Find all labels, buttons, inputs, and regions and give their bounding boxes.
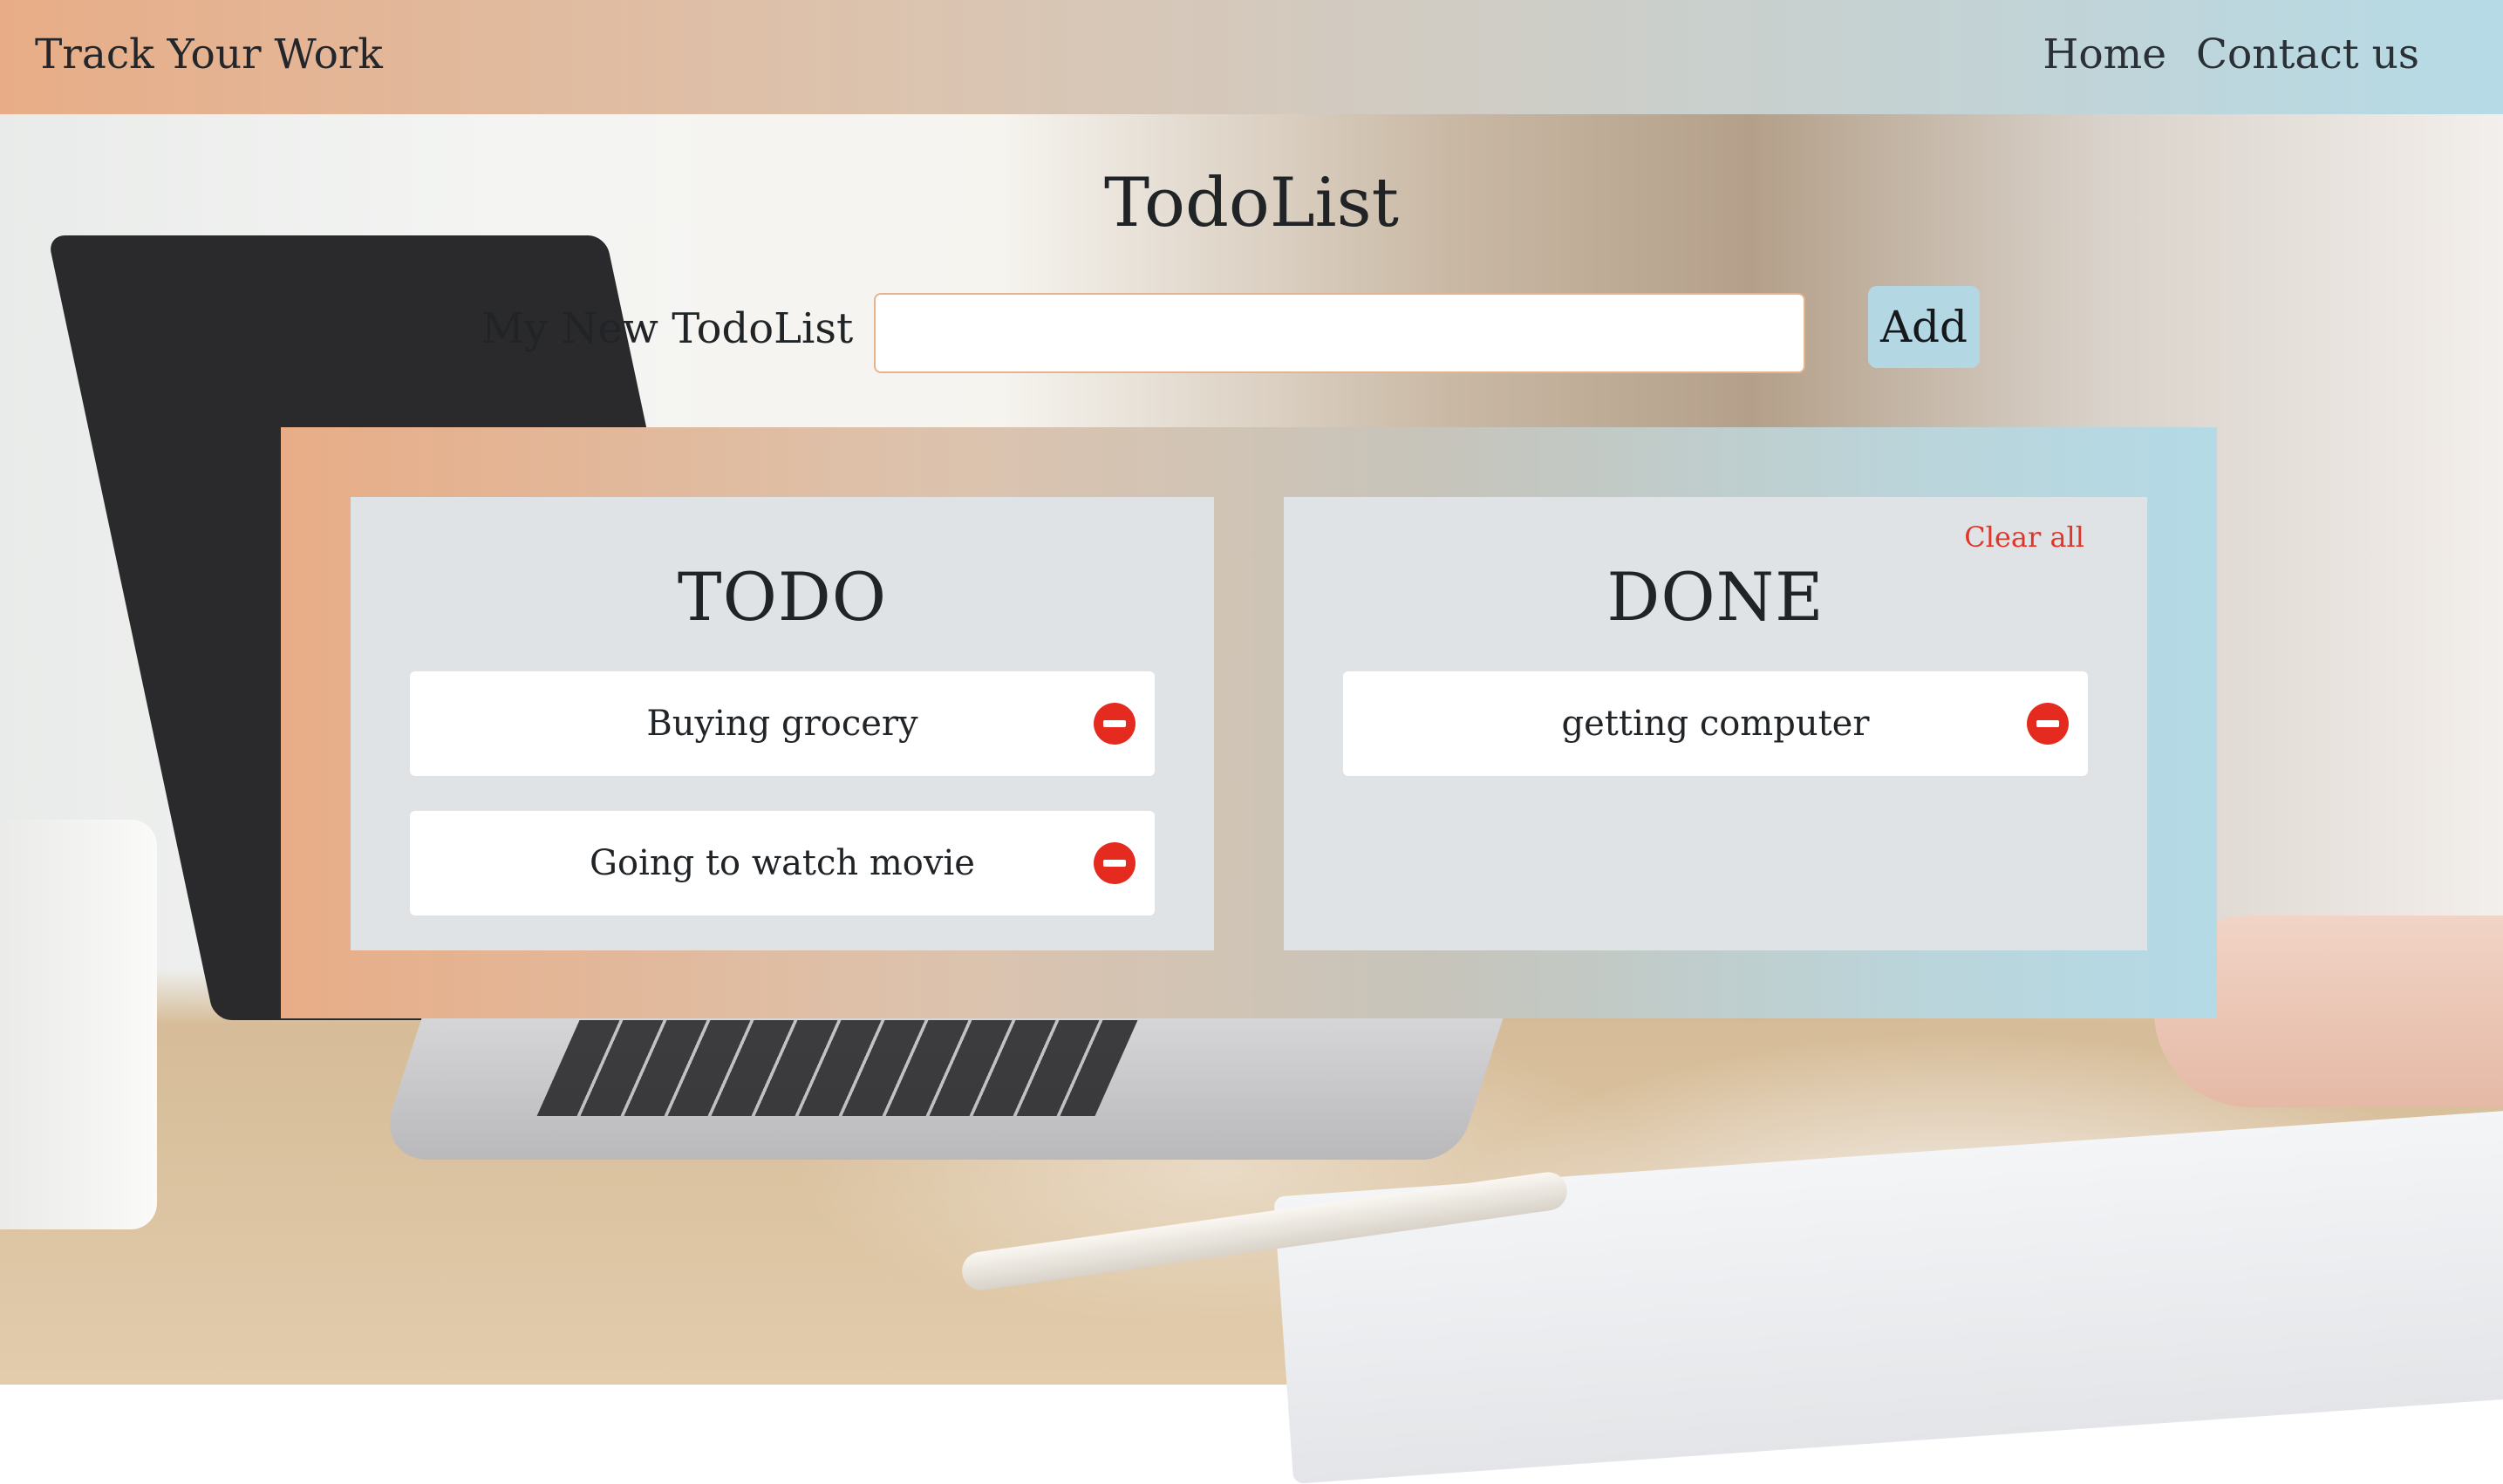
todo-panel: TODO Buying grocery Going to watch movie <box>351 497 1214 950</box>
todo-item[interactable]: Buying grocery <box>410 671 1155 776</box>
laptop-keyboard <box>536 1020 1138 1116</box>
brand-title[interactable]: Track Your Work <box>35 26 383 84</box>
todo-board: TODO Buying grocery Going to watch movie… <box>281 427 2217 1018</box>
todo-item-label: Going to watch movie <box>590 843 975 883</box>
done-panel-title: DONE <box>1606 558 1824 636</box>
todo-item[interactable]: Going to watch movie <box>410 811 1155 916</box>
coffee-cup <box>0 820 157 1229</box>
new-todo-input[interactable] <box>874 293 1805 373</box>
done-panel: Clear all DONE getting computer <box>1284 497 2147 950</box>
top-navbar: Track Your Work Home Contact us <box>0 0 2503 114</box>
nav-links: Home Contact us <box>2043 26 2419 84</box>
minus-circle-icon[interactable] <box>2027 703 2069 745</box>
nav-home-link[interactable]: Home <box>2043 26 2166 84</box>
todo-panel-title: TODO <box>677 558 888 636</box>
page-title: TodoList <box>1104 164 1399 242</box>
clear-all-link[interactable]: Clear all <box>1964 516 2084 558</box>
done-item[interactable]: getting computer <box>1343 671 2088 776</box>
minus-circle-icon[interactable] <box>1094 703 1136 745</box>
add-button[interactable]: Add <box>1868 286 1980 368</box>
done-item-label: getting computer <box>1561 704 1870 744</box>
todo-item-label: Buying grocery <box>646 704 918 744</box>
new-todo-label: My New TodoList <box>481 304 854 353</box>
notebook <box>1273 1106 2503 1484</box>
minus-circle-icon[interactable] <box>1094 842 1136 884</box>
nav-contact-link[interactable]: Contact us <box>2196 26 2419 84</box>
